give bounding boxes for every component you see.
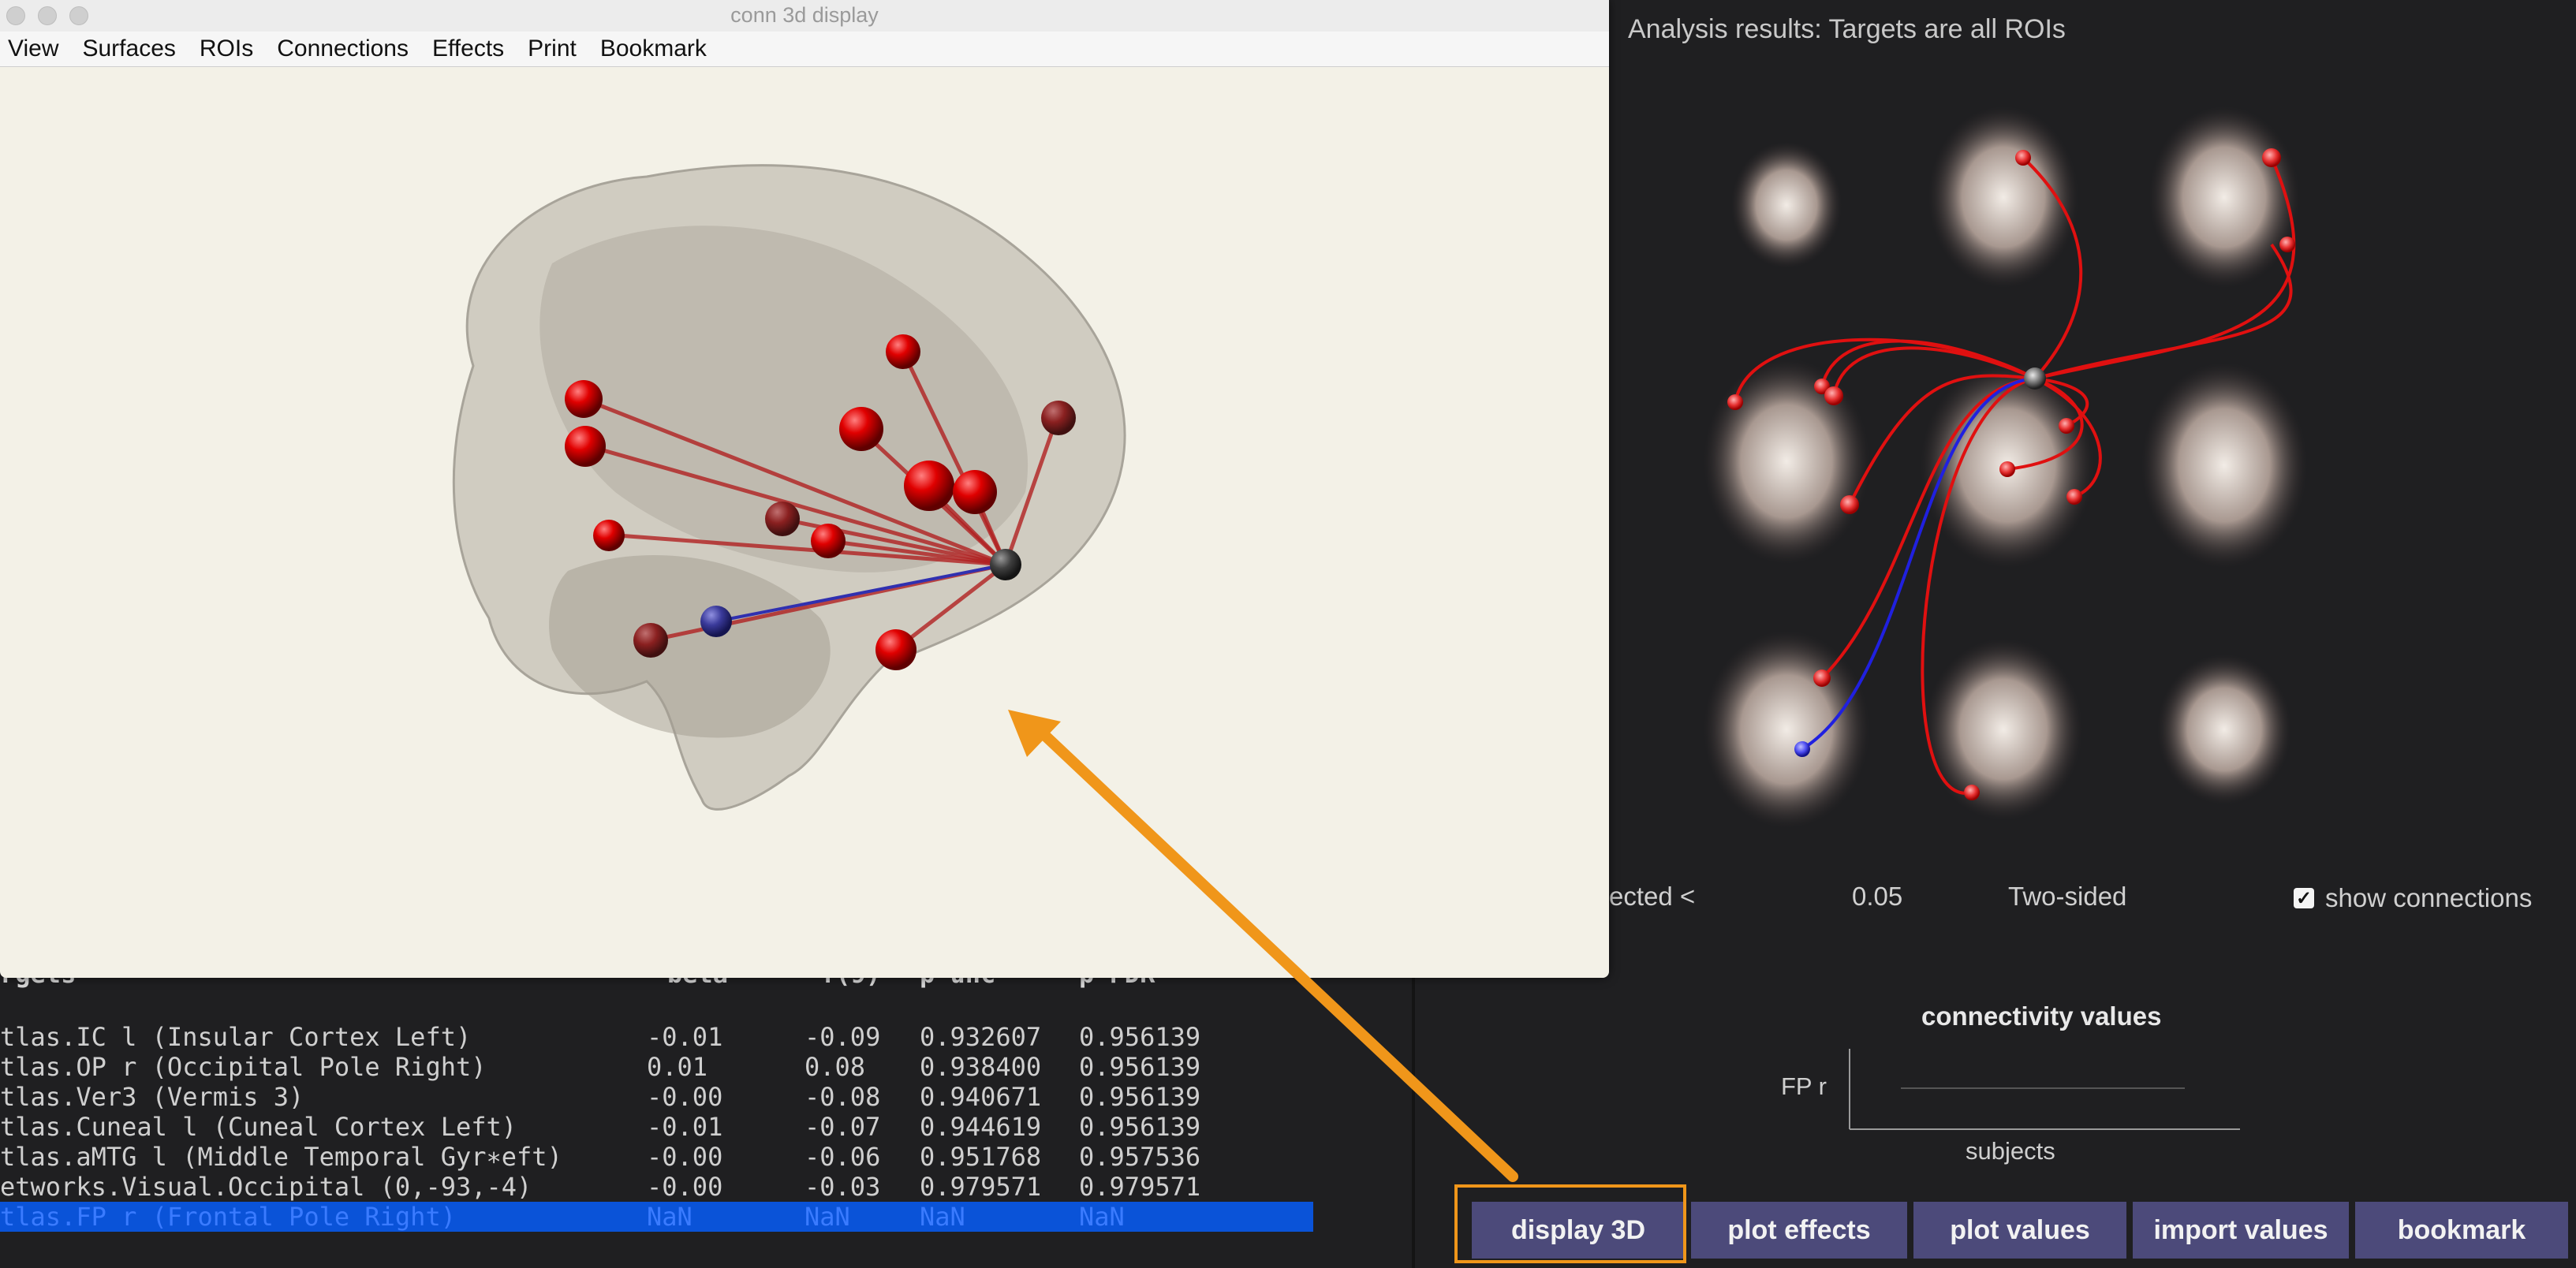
table-row[interactable]: tlas.Ver3 (Vermis 3) -0.00 -0.08 0.940671 0.… [0, 1082, 1313, 1112]
menu-view[interactable]: View [0, 32, 74, 66]
checkbox-checked-icon[interactable]: ✓ [2294, 888, 2314, 909]
import-values-button[interactable]: import values [2133, 1202, 2349, 1259]
menu-bookmark[interactable]: Bookmark [592, 32, 722, 66]
menu-surfaces[interactable]: Surfaces [74, 32, 191, 66]
brain-slice-montage [1704, 106, 2307, 828]
table-row-selected[interactable]: tlas.FP r (Frontal Pole Right) NaN NaN NaN N… [0, 1202, 1313, 1232]
plot-values-button[interactable]: plot values [1913, 1202, 2126, 1259]
p-fdr-cell: 0.956139 [1079, 1022, 1201, 1052]
brain-surface [452, 164, 1126, 811]
t-value-cell: -0.07 [805, 1112, 881, 1142]
menu-connections[interactable]: Connections [269, 32, 424, 66]
table-row[interactable]: tlas.Cuneal l (Cuneal Cortex Left) -0.01 -… [0, 1112, 1313, 1142]
target-name-cell: tlas.Ver3 (Vermis 3) [0, 1082, 304, 1112]
bookmark-button[interactable]: bookmark [2355, 1202, 2568, 1259]
target-name-cell: tlas.IC l (Insular Cortex Left) [0, 1022, 472, 1052]
p-unc-cell: NaN [920, 1202, 965, 1232]
t-value-cell: NaN [805, 1202, 850, 1232]
connectivity-values-title: connectivity values [1921, 1001, 2162, 1031]
p-fdr-cell: 0.956139 [1079, 1082, 1201, 1112]
p-fdr-cell: 0.956139 [1079, 1052, 1201, 1082]
target-name-cell: tlas.OP r (Occipital Pole Right) [0, 1052, 487, 1082]
conn-3d-window: conn 3d display View Surfaces ROIs Conne… [0, 0, 1609, 978]
threshold-value-input[interactable]: 0.05 [1852, 882, 1902, 912]
slice-row-1 [1731, 106, 2299, 288]
window-title: conn 3d display [730, 3, 879, 27]
connectivity-values-plot [1849, 1049, 2240, 1130]
target-name-cell: tlas.aMTG l (Middle Temporal Gyr∗eft) [0, 1142, 562, 1172]
show-connections-toggle[interactable]: ✓ show connections [2294, 883, 2532, 913]
beta-cell: -0.00 [647, 1142, 723, 1172]
p-fdr-cell: 0.957536 [1079, 1142, 1201, 1172]
beta-cell: -0.01 [647, 1022, 723, 1052]
p-unc-cell: 0.979571 [920, 1172, 1042, 1202]
menu-bar: View Surfaces ROIs Connections Effects P… [0, 32, 1609, 67]
menu-print[interactable]: Print [520, 32, 592, 66]
plot-effects-button[interactable]: plot effects [1691, 1202, 1907, 1259]
p-unc-cell: 0.940671 [920, 1082, 1042, 1112]
plot-xlabel: subjects [1966, 1137, 2055, 1165]
table-row[interactable]: tlas.aMTG l (Middle Temporal Gyr∗eft) -0.… [0, 1142, 1313, 1172]
threshold-controls: ected < 0.05 Two-sided ✓ show connection… [1609, 882, 2576, 921]
target-name-cell: tlas.Cuneal l (Cuneal Cortex Left) [0, 1112, 517, 1142]
p-unc-cell: 0.944619 [920, 1112, 1042, 1142]
sided-dropdown[interactable]: Two-sided [2008, 882, 2126, 912]
beta-cell: -0.01 [647, 1112, 723, 1142]
target-name-cell: etworks.Visual.Occipital (0,-93,-4) [0, 1172, 532, 1202]
table-row[interactable]: etworks.Visual.Occipital (0,-93,-4) -0.00… [0, 1172, 1313, 1202]
p-unc-cell: 0.951768 [920, 1142, 1042, 1172]
beta-cell: -0.00 [647, 1082, 723, 1112]
beta-cell: NaN [647, 1202, 693, 1232]
t-value-cell: -0.08 [805, 1082, 881, 1112]
table-row[interactable]: tlas.IC l (Insular Cortex Left) -0.01 -0.0… [0, 1022, 1313, 1052]
target-name-cell: tlas.FP r (Frontal Pole Right) [0, 1202, 456, 1232]
window-titlebar[interactable]: conn 3d display [0, 0, 1609, 32]
slice-row-3 [1704, 631, 2291, 828]
p-unc-cell: 0.932607 [920, 1022, 1042, 1052]
p-unc-cell: 0.938400 [920, 1052, 1042, 1082]
table-row[interactable]: tlas.OP r (Occipital Pole Right) 0.01 0.08… [0, 1052, 1313, 1082]
menu-effects[interactable]: Effects [424, 32, 520, 66]
menu-rois[interactable]: ROIs [192, 32, 269, 66]
p-fdr-cell: NaN [1079, 1202, 1125, 1232]
plot-ylabel: FP r [1781, 1072, 1827, 1100]
t-value-cell: -0.06 [805, 1142, 881, 1172]
t-value-cell: -0.09 [805, 1022, 881, 1052]
3d-brain-scene[interactable] [0, 66, 1609, 978]
results-table: rgets beta T(9) p-unc p-FDR tlas.IC l (I… [0, 959, 1325, 1268]
analysis-title: Analysis results: Targets are all ROIs [1628, 14, 2066, 44]
threshold-label[interactable]: ected < [1609, 882, 1695, 912]
p-fdr-cell: 0.979571 [1079, 1172, 1201, 1202]
show-connections-label: show connections [2325, 883, 2533, 912]
t-value-cell: -0.03 [805, 1172, 881, 1202]
highlight-box [1454, 1184, 1686, 1263]
t-value-cell: 0.08 [805, 1052, 866, 1082]
beta-cell: -0.00 [647, 1172, 723, 1202]
beta-cell: 0.01 [647, 1052, 708, 1082]
p-fdr-cell: 0.956139 [1079, 1112, 1201, 1142]
